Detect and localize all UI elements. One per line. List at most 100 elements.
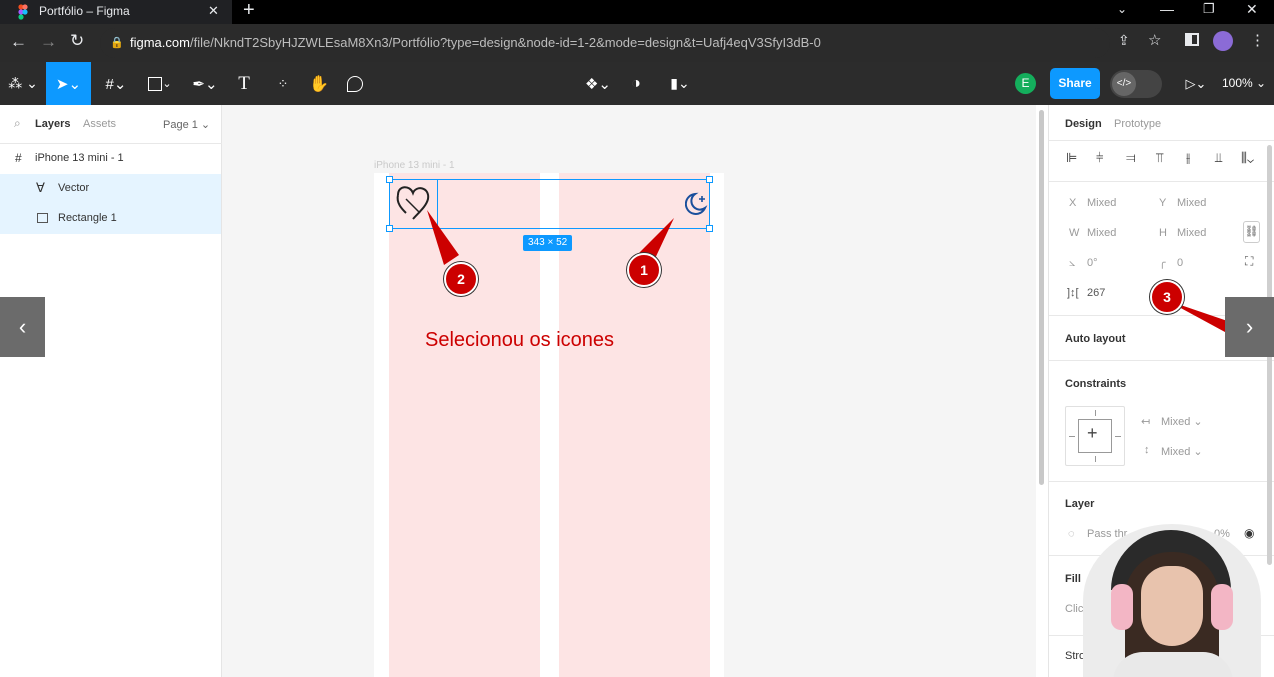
align-center-v-icon[interactable]: ⫲ <box>1186 150 1190 166</box>
align-center-h-icon[interactable]: ⫩ <box>1096 150 1103 166</box>
frame-hash-icon: #⌄ <box>105 75 127 93</box>
minimize-icon[interactable]: — <box>1160 1 1174 17</box>
text-tool-button[interactable]: T <box>230 62 258 105</box>
horizontal-constraint-icon: ↤ <box>1141 416 1151 428</box>
boolean-union-icon: ▮⌄ <box>670 75 690 91</box>
chevron-down-icon: ⌄ <box>197 119 211 131</box>
w-input[interactable]: Mixed <box>1087 227 1116 239</box>
cursor-icon: ➤⌄ <box>55 75 82 93</box>
tab-layers[interactable]: Layers <box>35 118 70 130</box>
x-input[interactable]: Mixed <box>1087 197 1116 209</box>
forward-icon[interactable]: → <box>40 32 57 52</box>
pen-tool-button[interactable]: ✒⌄ <box>185 62 225 105</box>
align-top-icon[interactable]: ⫪ <box>1156 150 1163 166</box>
previous-slide-button[interactable]: ‹ <box>0 297 45 357</box>
shape-tool-button[interactable]: ⌄ <box>140 62 180 105</box>
share-page-icon[interactable]: ⇪ <box>1118 32 1130 49</box>
figma-menu-icon: ⁂ ⌄ <box>8 75 38 91</box>
presenter-shirt <box>1113 652 1233 677</box>
frame-icon: # <box>15 151 22 165</box>
w-label: W <box>1069 227 1080 239</box>
code-icon: </> <box>1112 72 1136 96</box>
align-right-icon[interactable]: ⫤ <box>1126 150 1136 166</box>
corner-radius-input[interactable]: 0 <box>1177 257 1183 269</box>
layer-name: Rectangle 1 <box>58 212 117 224</box>
move-tool-button[interactable]: ➤⌄ <box>46 62 91 105</box>
bookmark-star-icon[interactable]: ☆ <box>1148 31 1161 49</box>
y-label: Y <box>1159 197 1167 209</box>
window-close-icon[interactable]: ✕ <box>1246 1 1258 18</box>
annotation-text: Selecionou os icones <box>425 329 615 351</box>
constraint-widget[interactable]: + <box>1065 406 1125 466</box>
align-bottom-icon[interactable]: ⫫ <box>1215 150 1222 166</box>
pen-icon: ✒⌄ <box>192 75 218 93</box>
tab-prototype[interactable]: Prototype <box>1114 118 1161 130</box>
corner-radius-icon: ╭ <box>1159 257 1166 269</box>
canvas-scrollbar[interactable] <box>1039 110 1044 485</box>
resources-button[interactable]: ⁘ <box>268 62 298 105</box>
tab-assets[interactable]: Assets <box>83 118 116 130</box>
h-input[interactable]: Mixed <box>1177 227 1206 239</box>
new-tab-button[interactable]: + <box>243 0 255 22</box>
fill-title: Fill <box>1065 573 1081 585</box>
horizontal-constraint-select[interactable]: Mixed ⌄ <box>1161 415 1203 428</box>
restore-icon[interactable]: ❐ <box>1203 1 1215 17</box>
annotation-arrows <box>427 210 674 265</box>
share-button[interactable]: Share <box>1050 68 1100 99</box>
text-t-icon: T <box>238 72 250 94</box>
blend-mode-icon: ◌ <box>1068 528 1075 540</box>
step-badge: 3 <box>1150 280 1184 314</box>
step-badge: 1 <box>627 253 661 287</box>
boolean-button[interactable]: ▮⌄ <box>660 62 700 105</box>
figma-toolbar: ⁂ ⌄ ➤⌄ #⌄ ⌄ ✒⌄ T ⁘ ✋ ❖⌄ ◑ ▮⌄ E Share </>… <box>0 62 1274 105</box>
component-button[interactable]: ❖⌄ <box>578 62 618 105</box>
browser-tab-strip: Portfólio – Figma ✕ + ⌄ — ❐ ✕ <box>0 0 1274 24</box>
browser-tab[interactable]: Portfólio – Figma ✕ <box>0 0 232 24</box>
dev-mode-toggle[interactable]: </> <box>1110 70 1162 98</box>
next-slide-button[interactable]: › <box>1225 297 1274 357</box>
layer-row[interactable]: # iPhone 13 mini - 1 <box>0 144 221 174</box>
tab-close-icon[interactable]: ✕ <box>208 3 219 19</box>
y-input[interactable]: Mixed <box>1177 197 1206 209</box>
constrain-proportions-icon[interactable]: ⛓ <box>1243 221 1260 243</box>
url-field[interactable]: 🔒 figma.com/file/NkndT2SbyHJZWLEsaM8Xn3/… <box>100 28 1110 58</box>
design-canvas[interactable]: iPhone 13 mini - 1 343 × 52 2 1 Selecion… <box>222 105 1036 677</box>
rotation-icon: ⦣ <box>1069 257 1076 269</box>
main-menu-button[interactable]: ⁂ ⌄ <box>0 62 46 105</box>
search-icon[interactable]: ⌕ <box>14 116 21 131</box>
tab-list-chevron-icon[interactable]: ⌄ <box>1117 2 1127 16</box>
present-button[interactable]: ▷⌄ <box>1178 62 1214 105</box>
spacing-input[interactable]: 267 <box>1087 287 1105 299</box>
url-domain: figma.com <box>130 35 190 50</box>
reload-icon[interactable]: ↻ <box>70 31 84 51</box>
tab-design[interactable]: Design <box>1065 118 1102 130</box>
comment-tool-button[interactable] <box>340 62 370 105</box>
comment-bubble-icon <box>347 75 363 92</box>
mask-button[interactable]: ◑ <box>622 62 650 105</box>
profile-avatar-icon[interactable] <box>1213 31 1233 51</box>
independent-corners-icon[interactable]: ⛶ <box>1245 254 1253 269</box>
user-avatar[interactable]: E <box>1015 73 1036 94</box>
back-icon[interactable]: ← <box>10 32 27 52</box>
frame-tool-button[interactable]: #⌄ <box>97 62 135 105</box>
chevron-left-icon: ‹ <box>18 314 27 339</box>
panel-divider <box>1049 181 1274 182</box>
constraints-title: Constraints <box>1065 378 1127 390</box>
page-selector[interactable]: Page 1 ⌄ <box>163 118 210 131</box>
rotation-input[interactable]: 0° <box>1087 257 1098 269</box>
constraint-value: Mixed <box>1161 416 1191 428</box>
distribute-icon[interactable]: ⫼⌄ <box>1241 150 1254 166</box>
auto-layout-title: Auto layout <box>1065 333 1126 345</box>
play-icon: ▷⌄ <box>1185 75 1207 91</box>
chevron-down-icon: ⌄ <box>1252 76 1267 90</box>
sidebar-toggle-icon[interactable] <box>1185 33 1199 46</box>
align-left-icon[interactable]: ⊫ <box>1066 150 1077 166</box>
layer-row[interactable]: Ɐ Vector <box>0 174 221 204</box>
zoom-dropdown[interactable]: 100% ⌄ <box>1222 76 1266 90</box>
browser-menu-icon[interactable]: ⋮ <box>1250 31 1265 49</box>
vertical-constraint-select[interactable]: Mixed ⌄ <box>1161 445 1203 458</box>
hand-tool-button[interactable]: ✋ <box>304 62 334 105</box>
layer-name: Vector <box>58 182 90 194</box>
layer-row[interactable]: Rectangle 1 <box>0 204 221 234</box>
eye-icon[interactable]: ◉ <box>1244 526 1254 540</box>
